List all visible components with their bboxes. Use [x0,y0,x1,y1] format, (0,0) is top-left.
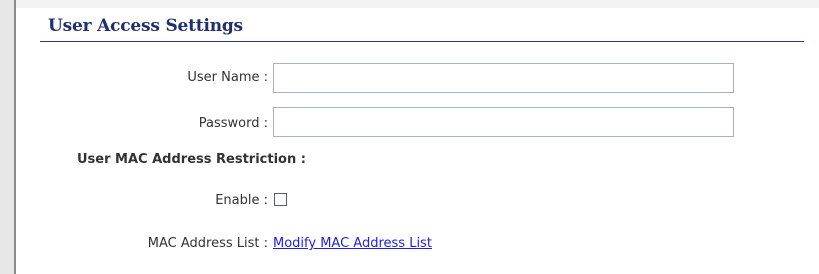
enable-checkbox[interactable] [274,193,287,206]
left-frame-border [14,0,16,274]
left-frame-strip [0,0,14,274]
section-divider [40,41,804,42]
top-band [16,0,819,8]
username-label: User Name : [187,70,268,85]
mac-restriction-heading: User MAC Address Restriction : [77,152,306,167]
section-title: User Access Settings [48,16,243,36]
password-input[interactable] [273,107,734,137]
modify-mac-list-link[interactable]: Modify MAC Address List [273,236,432,251]
username-input[interactable] [273,63,734,93]
mac-list-label: MAC Address List : [147,236,268,251]
password-label: Password : [198,116,268,131]
enable-label: Enable : [215,193,268,208]
